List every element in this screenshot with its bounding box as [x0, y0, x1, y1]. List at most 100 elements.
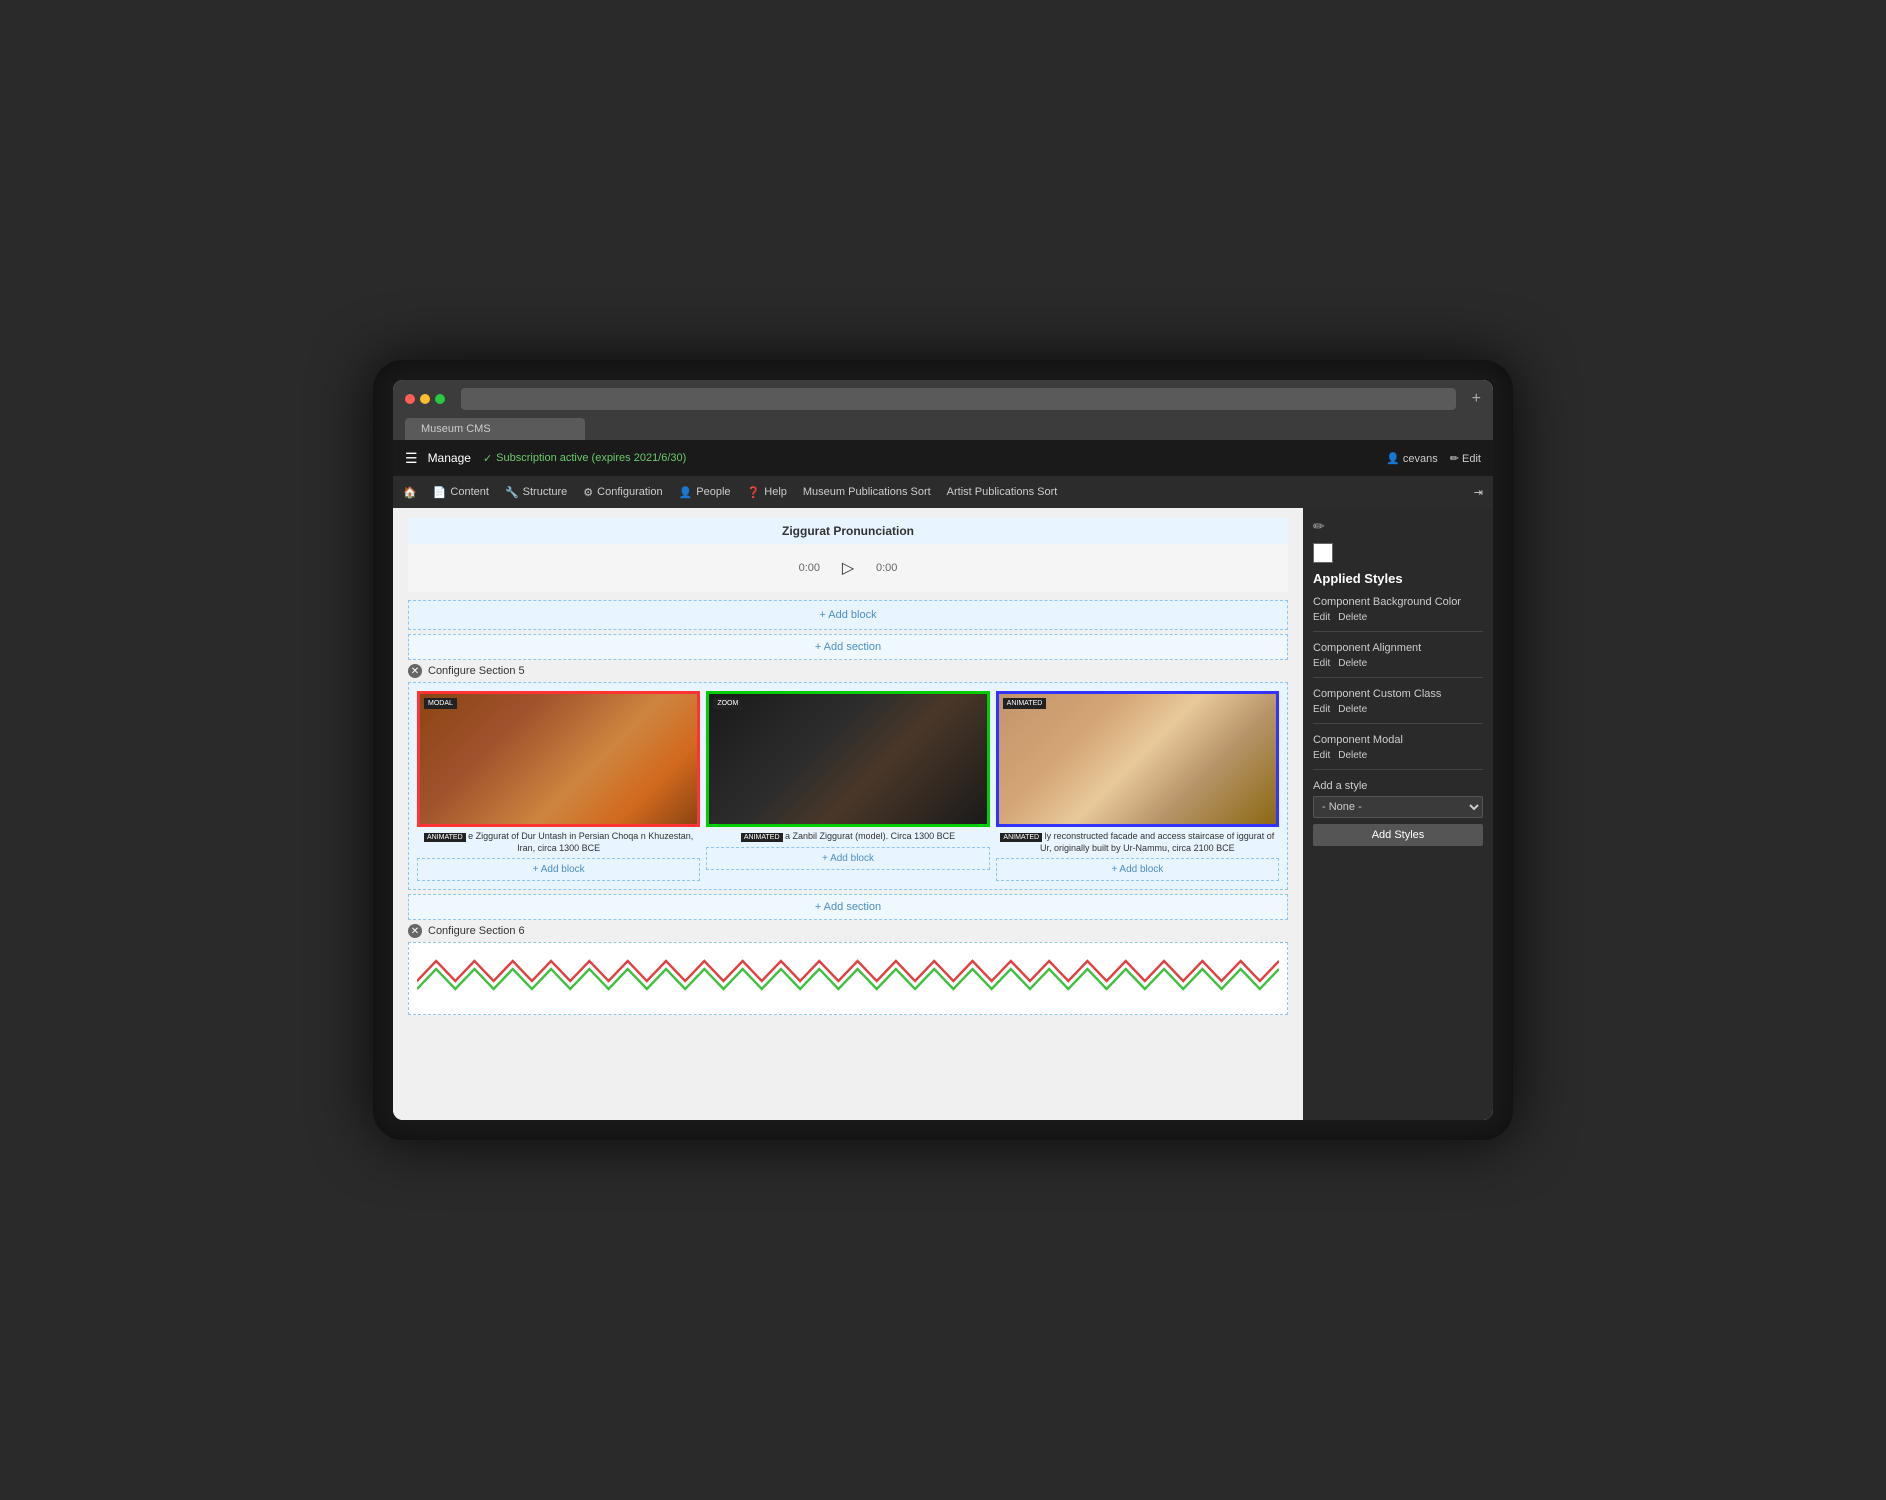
subscription-badge: ✓ Subscription active (expires 2021/6/30…: [483, 452, 686, 465]
color-preview: [1313, 543, 1333, 563]
person-icon: 👤: [1386, 453, 1400, 465]
style-name-2: Component Alignment: [1313, 642, 1483, 654]
play-button[interactable]: ▷: [836, 556, 860, 580]
image-2: [709, 694, 986, 824]
image-caption-3: ANIMATED ly reconstructed facade and acc…: [996, 831, 1279, 854]
nav-museum-pub[interactable]: Museum Publications Sort: [803, 486, 931, 498]
style-select[interactable]: - None -: [1313, 796, 1483, 818]
image-1: [420, 694, 697, 824]
nav-right: 👤 cevans ✏ Edit: [1386, 452, 1481, 465]
browser-window: + Museum CMS ☰ Manage ✓ Subscription act…: [393, 380, 1493, 1120]
content-icon: 📄: [433, 486, 447, 499]
browser-chrome: + Museum CMS: [393, 380, 1493, 440]
style-name-4: Component Modal: [1313, 734, 1483, 746]
help-icon: ❓: [747, 486, 761, 499]
style-row-2: Component Alignment Edit Delete: [1313, 642, 1483, 678]
style-delete-btn-4[interactable]: Delete: [1338, 750, 1367, 761]
image-wrapper-3: ANIMATED: [996, 691, 1279, 827]
cell-add-block-2[interactable]: + Add block: [706, 847, 989, 870]
add-section-bar-1[interactable]: + Add section: [408, 634, 1288, 660]
configure-section-6[interactable]: ✕ Configure Section 6: [408, 924, 1288, 938]
audio-title: Ziggurat Pronunciation: [408, 518, 1288, 544]
url-input[interactable]: [469, 393, 1448, 405]
style-actions-2: Edit Delete: [1313, 658, 1483, 669]
image-caption-1: ANIMATED e Ziggurat of Dur Untash in Per…: [417, 831, 700, 854]
style-row-1: Component Background Color Edit Delete: [1313, 596, 1483, 632]
audio-section: Ziggurat Pronunciation 0:00 ▷ 0:00: [408, 518, 1288, 592]
style-edit-btn-4[interactable]: Edit: [1313, 750, 1330, 761]
pencil-icon: ✏: [1450, 453, 1459, 465]
home-icon: 🏠: [403, 486, 417, 499]
nav-structure[interactable]: 🔧 Structure: [505, 486, 567, 499]
content-area: Ziggurat Pronunciation 0:00 ▷ 0:00 + Add…: [393, 508, 1303, 1120]
manage-label: Manage: [428, 451, 471, 465]
style-delete-btn-3[interactable]: Delete: [1338, 704, 1367, 715]
right-panel: ✏ Applied Styles Component Background Co…: [1303, 508, 1493, 1120]
style-name-1: Component Background Color: [1313, 596, 1483, 608]
address-bar[interactable]: [461, 388, 1456, 410]
audio-player: 0:00 ▷ 0:00: [408, 544, 1288, 592]
minimize-button[interactable]: [420, 394, 430, 404]
style-name-3: Component Custom Class: [1313, 688, 1483, 700]
image-cell-3: ANIMATED ANIMATED ly reconstructed facad…: [996, 691, 1279, 881]
browser-tab[interactable]: Museum CMS: [405, 418, 585, 440]
zigzag-pattern: [417, 951, 1279, 1001]
style-actions-4: Edit Delete: [1313, 750, 1483, 761]
pencil-edit-icon[interactable]: ✏: [1313, 518, 1483, 535]
style-actions-3: Edit Delete: [1313, 704, 1483, 715]
nav-right-items: ⇥: [1474, 486, 1483, 499]
maximize-button[interactable]: [435, 394, 445, 404]
animated-badge-3: ANIMATED: [1000, 833, 1042, 842]
image-wrapper-2: ZOOM: [706, 691, 989, 827]
applied-styles-title: Applied Styles: [1313, 571, 1483, 586]
subscription-text: Subscription active (expires 2021/6/30): [496, 452, 686, 464]
style-edit-btn-3[interactable]: Edit: [1313, 704, 1330, 715]
section-6-content: [408, 942, 1288, 1015]
style-edit-btn-1[interactable]: Edit: [1313, 612, 1330, 623]
new-tab-button[interactable]: +: [1472, 390, 1481, 408]
device-frame: + Museum CMS ☰ Manage ✓ Subscription act…: [373, 360, 1513, 1140]
nav-home[interactable]: 🏠: [403, 486, 417, 499]
people-icon: 👤: [679, 486, 693, 499]
add-block-button[interactable]: + Add block: [408, 600, 1288, 630]
hamburger-icon[interactable]: ☰: [405, 450, 418, 467]
badge-zoom: ZOOM: [713, 698, 742, 709]
configure-section-5[interactable]: ✕ Configure Section 5: [408, 664, 1288, 678]
add-style-label: Add a style: [1313, 780, 1483, 792]
add-section-bar-2[interactable]: + Add section: [408, 894, 1288, 920]
configure-x-icon-6[interactable]: ✕: [408, 924, 422, 938]
style-delete-btn-1[interactable]: Delete: [1338, 612, 1367, 623]
edit-link[interactable]: ✏ Edit: [1450, 452, 1481, 465]
nav-artist-pub[interactable]: Artist Publications Sort: [947, 486, 1058, 498]
nav-content[interactable]: 📄 Content: [433, 486, 489, 499]
second-nav: 🏠 📄 Content 🔧 Structure ⚙ Configuration …: [393, 476, 1493, 508]
traffic-lights: [405, 394, 445, 404]
image-3: [999, 694, 1276, 824]
close-button[interactable]: [405, 394, 415, 404]
badge-animated: ANIMATED: [1003, 698, 1047, 709]
cell-add-block-3[interactable]: + Add block: [996, 858, 1279, 881]
main-layout: Ziggurat Pronunciation 0:00 ▷ 0:00 + Add…: [393, 508, 1493, 1120]
style-row-4: Component Modal Edit Delete: [1313, 734, 1483, 770]
configure-x-icon[interactable]: ✕: [408, 664, 422, 678]
image-grid-container: MODAL ANIMATED e Ziggurat of Dur Untash …: [408, 682, 1288, 890]
top-nav: ☰ Manage ✓ Subscription active (expires …: [393, 440, 1493, 476]
add-styles-button[interactable]: Add Styles: [1313, 824, 1483, 846]
style-delete-btn-2[interactable]: Delete: [1338, 658, 1367, 669]
nav-help[interactable]: ❓ Help: [747, 486, 787, 499]
toggle-icon[interactable]: ⇥: [1474, 486, 1483, 499]
image-grid: MODAL ANIMATED e Ziggurat of Dur Untash …: [417, 691, 1279, 881]
app-content: ☰ Manage ✓ Subscription active (expires …: [393, 440, 1493, 1120]
cell-add-block-1[interactable]: + Add block: [417, 858, 700, 881]
nav-people[interactable]: 👤 People: [679, 486, 731, 499]
animated-badge-1: ANIMATED: [424, 833, 466, 842]
audio-end-time: 0:00: [876, 562, 897, 574]
audio-start-time: 0:00: [799, 562, 820, 574]
check-icon: ✓: [483, 452, 492, 465]
style-row-3: Component Custom Class Edit Delete: [1313, 688, 1483, 724]
style-edit-btn-2[interactable]: Edit: [1313, 658, 1330, 669]
config-icon: ⚙: [583, 486, 593, 499]
image-cell-1: MODAL ANIMATED e Ziggurat of Dur Untash …: [417, 691, 700, 881]
nav-configuration[interactable]: ⚙ Configuration: [583, 486, 662, 499]
animated-badge-2: ANIMATED: [741, 833, 783, 842]
